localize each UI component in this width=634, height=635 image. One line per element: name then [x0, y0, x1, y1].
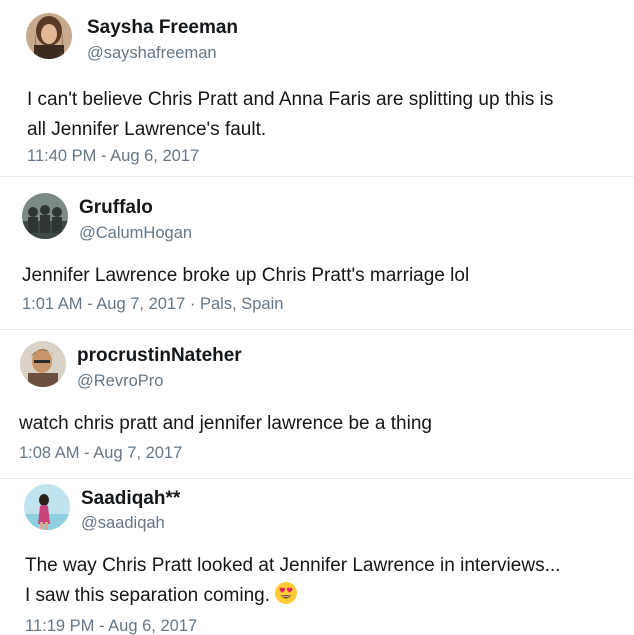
tweet-meta: 11:40 PM - Aug 6, 2017 [27, 147, 199, 166]
meta-separator: · [185, 295, 200, 313]
tweet-3[interactable]: procrustinNateher @RevroPro watch chris … [0, 330, 634, 478]
tweet-text: I can't believe Chris Pratt and Anna Far… [27, 85, 627, 145]
tweet-text-line-with-emoji: I saw this separation coming. [25, 581, 630, 611]
author-handle[interactable]: @RevroPro [77, 372, 163, 391]
tweet-meta: 1:08 AM - Aug 7, 2017 [19, 444, 182, 463]
author-handle[interactable]: @sayshafreeman [87, 44, 217, 63]
tweet-1[interactable]: Saysha Freeman @sayshafreeman I can't be… [0, 0, 634, 176]
heart-eyes-emoji-icon [274, 581, 298, 605]
tweet-text: watch chris pratt and jennifer lawrence … [19, 409, 619, 439]
tweet-2[interactable]: Gruffalo @CalumHogan Jennifer Lawrence b… [0, 177, 634, 329]
tweet-text: Jennifer Lawrence broke up Chris Pratt's… [22, 261, 622, 291]
avatar-procrustinnateher[interactable] [20, 341, 66, 387]
avatar-image [24, 484, 70, 530]
author-handle[interactable]: @saadiqah [81, 514, 165, 533]
timestamp-link[interactable]: 1:08 AM - Aug 7, 2017 [19, 444, 182, 462]
timestamp-link[interactable]: 1:01 AM - Aug 7, 2017 [22, 295, 185, 313]
avatar-image [26, 13, 72, 59]
avatar-image [22, 193, 68, 239]
tweet-meta: 1:01 AM - Aug 7, 2017 · Pals, Spain [22, 295, 283, 314]
avatar-saadiqah[interactable] [24, 484, 70, 530]
tweet-text-line: Jennifer Lawrence broke up Chris Pratt's… [22, 265, 470, 286]
tweet-text-line: The way Chris Pratt looked at Jennifer L… [25, 555, 561, 576]
timestamp-link[interactable]: 11:19 PM - Aug 6, 2017 [25, 617, 197, 635]
author-name[interactable]: Saadiqah** [81, 488, 180, 510]
avatar-image [20, 341, 66, 387]
author-name[interactable]: Saysha Freeman [87, 17, 238, 39]
avatar-gruffalo[interactable] [22, 193, 68, 239]
tweet-text-line: watch chris pratt and jennifer lawrence … [19, 413, 432, 434]
author-handle[interactable]: @CalumHogan [79, 224, 192, 243]
author-name[interactable]: Gruffalo [79, 197, 153, 219]
timestamp-link[interactable]: 11:40 PM - Aug 6, 2017 [27, 147, 199, 165]
tweet-4[interactable]: Saadiqah** @saadiqah The way Chris Pratt… [0, 479, 634, 635]
tweet-text-line: all Jennifer Lawrence's fault. [27, 119, 267, 140]
author-name[interactable]: procrustinNateher [77, 345, 242, 367]
location-link[interactable]: Pals, Spain [200, 295, 283, 313]
tweet-meta: 11:19 PM - Aug 6, 2017 [25, 617, 197, 635]
tweet-text-line: I saw this separation coming. [25, 585, 271, 606]
avatar-saysha[interactable] [26, 13, 72, 59]
tweet-text-line: I can't believe Chris Pratt and Anna Far… [27, 89, 554, 110]
tweet-text: The way Chris Pratt looked at Jennifer L… [25, 551, 630, 611]
